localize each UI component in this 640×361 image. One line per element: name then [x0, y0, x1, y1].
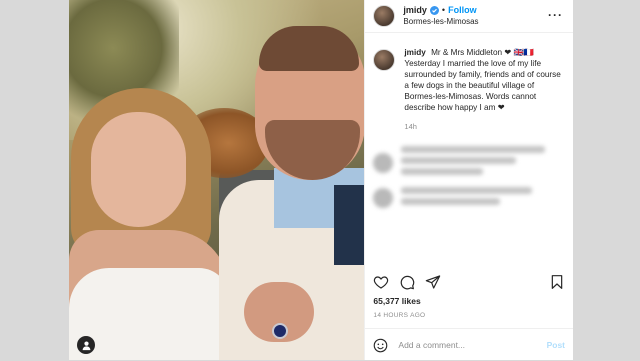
paper-plane-icon[interactable]: [425, 274, 441, 290]
user-tag-icon[interactable]: [77, 336, 95, 354]
blurred-comment: [373, 187, 565, 209]
blurred-comments: [365, 146, 573, 209]
likes-count[interactable]: 65,377 likes: [373, 296, 420, 306]
blurred-avatar: [373, 188, 394, 208]
avatar[interactable]: [373, 5, 396, 27]
smiley-icon[interactable]: [373, 338, 388, 353]
header-text: jmidy • Follow Bormes-les-Mimosas: [403, 5, 478, 27]
blurred-line: [401, 198, 500, 205]
comment-box: Post: [365, 328, 573, 361]
blurred-lines: [401, 187, 565, 209]
blurred-avatar: [373, 152, 394, 173]
instagram-post: jmidy • Follow Bormes-les-Mimosas ··· jm…: [69, 0, 573, 360]
comment-bubble-icon[interactable]: [399, 274, 415, 290]
photo-woman-face: [91, 112, 186, 227]
location-link[interactable]: Bormes-les-Mimosas: [403, 16, 478, 27]
caption-text: Yesterday I married the love of my life …: [404, 59, 561, 112]
post-timestamp[interactable]: 14 HOURS AGO: [373, 312, 425, 319]
caption-username-link[interactable]: jmidy: [404, 48, 425, 57]
heart-icon[interactable]: [373, 274, 389, 290]
caption-body: jmidy Mr & Mrs Middleton ❤ 🇬🇧🇫🇷 Yesterda…: [404, 47, 565, 132]
post-side-panel: jmidy • Follow Bormes-les-Mimosas ··· jm…: [364, 0, 573, 360]
username-link[interactable]: jmidy: [403, 5, 427, 16]
post-header: jmidy • Follow Bormes-les-Mimosas ···: [365, 0, 573, 33]
post-comment-button[interactable]: Post: [547, 340, 565, 350]
blurred-comment: [373, 146, 565, 179]
action-bar: [373, 272, 565, 292]
more-options-button[interactable]: ···: [548, 8, 563, 22]
verified-badge-icon: [429, 6, 439, 15]
comment-input[interactable]: [398, 340, 547, 350]
blurred-line: [401, 168, 484, 175]
caption-avatar[interactable]: [373, 49, 396, 71]
post-photo[interactable]: [69, 0, 365, 360]
blurred-line: [401, 187, 533, 194]
blurred-line: [401, 146, 546, 153]
blurred-lines: [401, 146, 565, 179]
photo-man-hair: [259, 26, 359, 71]
photo-tie: [334, 185, 364, 265]
bookmark-icon[interactable]: [549, 274, 565, 290]
separator-dot: •: [441, 5, 446, 15]
blurred-line: [401, 157, 516, 164]
header-row: jmidy • Follow: [403, 5, 478, 16]
caption: jmidy Mr & Mrs Middleton ❤ 🇬🇧🇫🇷 Yesterda…: [365, 33, 573, 132]
photo-ring: [272, 323, 288, 339]
caption-first-line: Mr & Mrs Middleton ❤ 🇬🇧🇫🇷: [431, 48, 534, 57]
caption-age: 14h: [404, 122, 417, 131]
follow-button[interactable]: Follow: [448, 5, 477, 16]
